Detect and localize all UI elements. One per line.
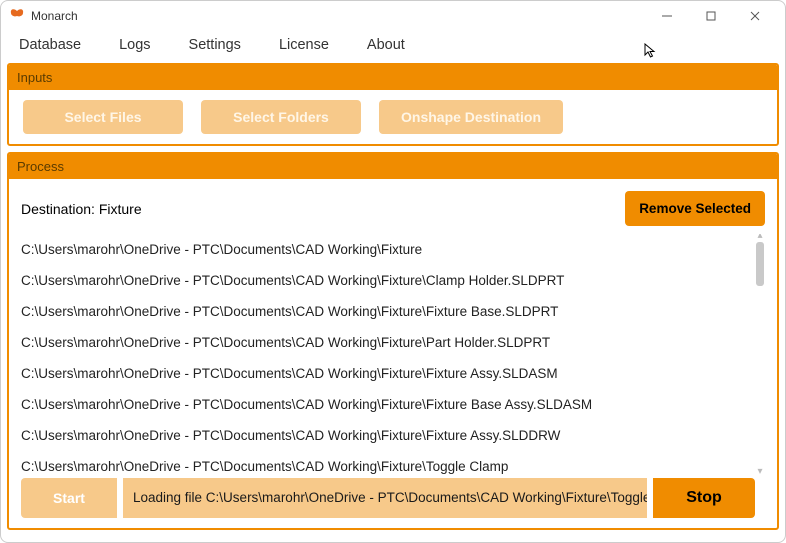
maximize-button[interactable] (689, 1, 733, 31)
inputs-panel: Inputs Select Files Select Folders Onsha… (7, 63, 779, 146)
file-row[interactable]: C:\Users\marohr\OneDrive - PTC\Documents… (21, 234, 765, 265)
select-files-button[interactable]: Select Files (23, 100, 183, 134)
scrollbar-thumb[interactable] (756, 242, 764, 286)
menu-settings[interactable]: Settings (189, 37, 241, 53)
menu-about[interactable]: About (367, 37, 405, 53)
close-button[interactable] (733, 1, 777, 31)
file-row[interactable]: C:\Users\marohr\OneDrive - PTC\Documents… (21, 420, 765, 451)
remove-selected-button[interactable]: Remove Selected (625, 191, 765, 226)
status-text: Loading file C:\Users\marohr\OneDrive - … (123, 478, 647, 518)
onshape-destination-button[interactable]: Onshape Destination (379, 100, 563, 134)
app-icon (9, 8, 25, 24)
destination-name: Fixture (99, 201, 142, 217)
process-header: Process (9, 154, 777, 179)
titlebar: Monarch (1, 1, 785, 31)
destination-row: Destination: Fixture Remove Selected (21, 191, 765, 226)
file-row[interactable]: C:\Users\marohr\OneDrive - PTC\Documents… (21, 296, 765, 327)
inputs-header: Inputs (9, 65, 777, 90)
select-folders-button[interactable]: Select Folders (201, 100, 361, 134)
window-controls (645, 1, 777, 31)
inputs-body: Select Files Select Folders Onshape Dest… (9, 90, 777, 144)
scroll-down-icon[interactable]: ▾ (753, 464, 765, 478)
stop-button[interactable]: Stop (653, 478, 755, 518)
destination-label: Destination: Fixture (21, 201, 142, 217)
file-row[interactable]: C:\Users\marohr\OneDrive - PTC\Documents… (21, 265, 765, 296)
file-row[interactable]: C:\Users\marohr\OneDrive - PTC\Documents… (21, 389, 765, 420)
file-row[interactable]: C:\Users\marohr\OneDrive - PTC\Documents… (21, 327, 765, 358)
menu-logs[interactable]: Logs (119, 37, 150, 53)
menu-license[interactable]: License (279, 37, 329, 53)
menu-database[interactable]: Database (19, 37, 81, 53)
process-footer: Start Loading file C:\Users\marohr\OneDr… (9, 478, 777, 518)
menubar: Database Logs Settings License About (1, 31, 785, 63)
file-row[interactable]: C:\Users\marohr\OneDrive - PTC\Documents… (21, 358, 765, 389)
start-button[interactable]: Start (21, 478, 117, 518)
client-area: Inputs Select Files Select Folders Onsha… (1, 63, 785, 542)
process-body: Destination: Fixture Remove Selected C:\… (9, 179, 777, 528)
minimize-button[interactable] (645, 1, 689, 31)
app-window: Monarch Database Logs Settings License A… (0, 0, 786, 543)
scrollbar[interactable]: ▴ ▾ (753, 234, 765, 472)
destination-prefix: Destination: (21, 201, 99, 217)
process-panel: Process Destination: Fixture Remove Sele… (7, 152, 779, 530)
window-title: Monarch (31, 9, 645, 23)
